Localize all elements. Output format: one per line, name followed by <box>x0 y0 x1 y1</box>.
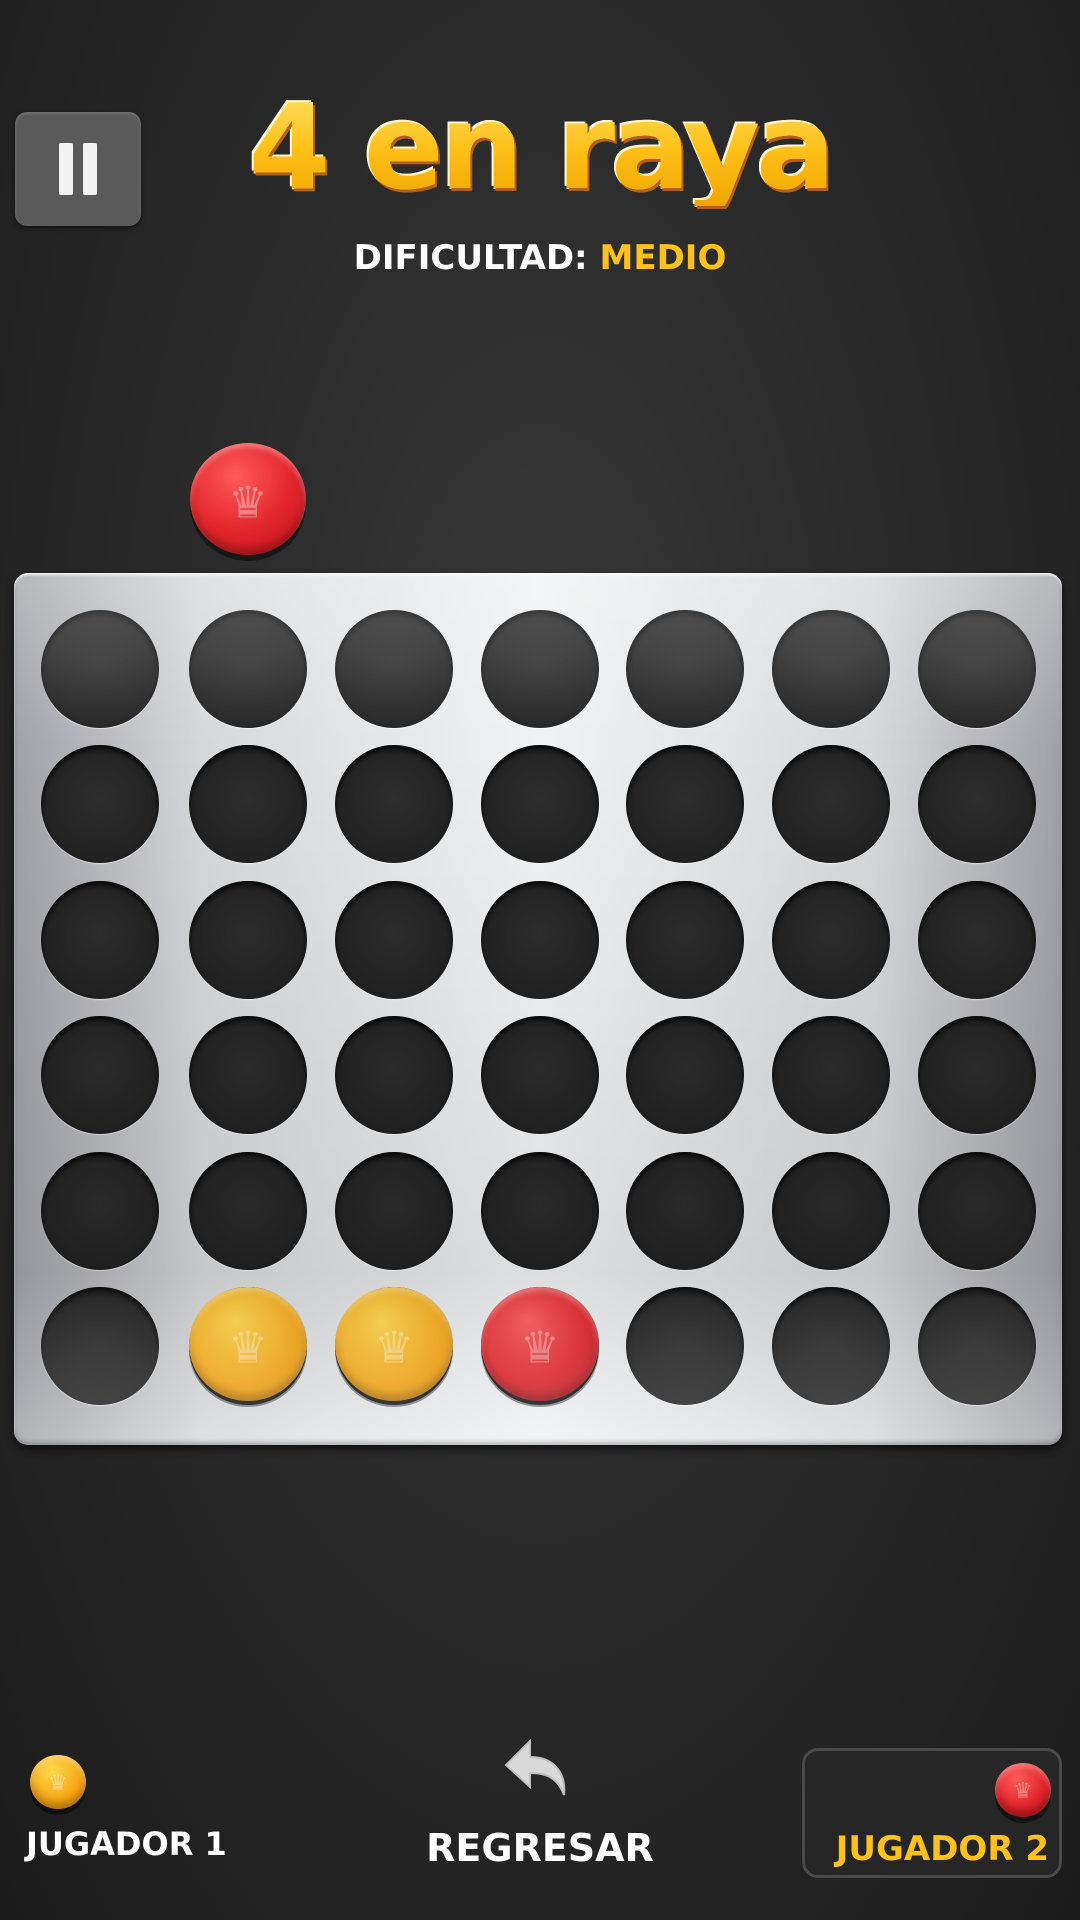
board-slot[interactable] <box>41 1016 159 1134</box>
red-disc: ♛ <box>481 1287 599 1401</box>
board-slot[interactable] <box>335 745 453 863</box>
board-slot[interactable] <box>918 1287 1036 1405</box>
game-board[interactable]: ♛ ♛ ♛ <box>14 573 1062 1445</box>
board-slot[interactable] <box>481 1152 599 1270</box>
yellow-disc: ♛ <box>189 1287 307 1401</box>
player1-disc: ♛ <box>30 1755 86 1809</box>
pending-disc[interactable]: ♛ <box>190 443 306 555</box>
board-slot[interactable] <box>772 610 890 728</box>
back-button[interactable]: REGRESAR <box>420 1735 660 1875</box>
crown-icon: ♛ <box>228 477 268 529</box>
player1-indicator: ♛ JUGADOR 1 <box>24 1755 234 1875</box>
board-slot[interactable] <box>41 1287 159 1405</box>
board-slot[interactable] <box>335 610 453 728</box>
crown-icon: ♛ <box>228 1322 268 1374</box>
board-slot[interactable] <box>918 610 1036 728</box>
board-slot[interactable] <box>481 745 599 863</box>
board-slot[interactable] <box>189 745 307 863</box>
difficulty-label: DIFICULTAD: <box>353 238 588 278</box>
board-slot[interactable] <box>335 1016 453 1134</box>
crown-icon: ♛ <box>1013 1779 1033 1805</box>
board-slot[interactable] <box>626 881 744 999</box>
board-slot[interactable] <box>41 745 159 863</box>
board-slot[interactable] <box>918 881 1036 999</box>
yellow-disc: ♛ <box>335 1287 453 1401</box>
board-slot[interactable] <box>41 1152 159 1270</box>
back-label: REGRESAR <box>426 1826 654 1870</box>
board-slot[interactable] <box>189 1016 307 1134</box>
board-slot[interactable] <box>41 610 159 728</box>
board-slot[interactable] <box>626 1016 744 1134</box>
game-title: 4 en raya <box>0 88 1080 206</box>
board-slot[interactable] <box>772 1152 890 1270</box>
board-slot[interactable] <box>918 1016 1036 1134</box>
difficulty-value: MEDIO <box>599 238 727 278</box>
board-slot[interactable] <box>772 1287 890 1405</box>
board-slot[interactable] <box>626 1287 744 1405</box>
player1-label: JUGADOR 1 <box>26 1825 227 1863</box>
board-slot[interactable] <box>481 1016 599 1134</box>
board-slot[interactable] <box>626 610 744 728</box>
difficulty-indicator: DIFICULTAD: MEDIO <box>0 238 1080 278</box>
board-slot[interactable] <box>41 881 159 999</box>
board-slot[interactable] <box>626 1152 744 1270</box>
board-slot[interactable] <box>918 1152 1036 1270</box>
board-slot[interactable] <box>189 1152 307 1270</box>
board-slot[interactable] <box>481 610 599 728</box>
undo-arrow-icon <box>504 1738 566 1796</box>
board-slot[interactable] <box>772 1016 890 1134</box>
board-slot[interactable] <box>772 881 890 999</box>
board-slot[interactable] <box>335 1152 453 1270</box>
board-slot[interactable] <box>189 610 307 728</box>
board-slot[interactable] <box>189 881 307 999</box>
crown-icon: ♛ <box>520 1322 560 1374</box>
crown-icon: ♛ <box>374 1322 414 1374</box>
board-slot[interactable] <box>481 881 599 999</box>
player2-indicator: ♛ JUGADOR 2 <box>802 1748 1062 1878</box>
crown-icon: ♛ <box>48 1771 68 1797</box>
player2-label: JUGADOR 2 <box>835 1829 1049 1869</box>
board-slot[interactable] <box>626 745 744 863</box>
board-slot[interactable] <box>335 881 453 999</box>
board-slot[interactable] <box>918 745 1036 863</box>
board-slot[interactable] <box>772 745 890 863</box>
player2-disc: ♛ <box>995 1763 1051 1817</box>
